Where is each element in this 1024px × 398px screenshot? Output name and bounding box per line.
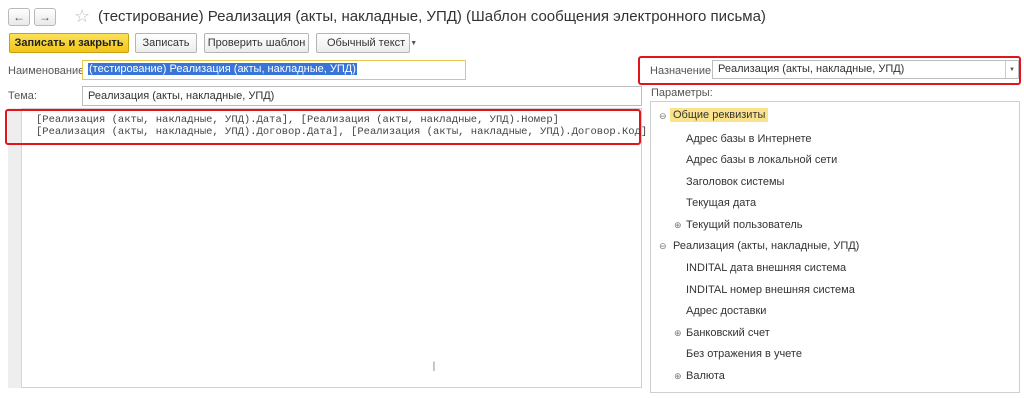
format-dropdown[interactable]: Обычный текст ▼ xyxy=(316,33,417,53)
save-and-close-button[interactable]: Записать и закрыть xyxy=(9,33,129,53)
tree-item[interactable]: INDITAL дата внешняя система xyxy=(686,262,846,274)
save-button[interactable]: Записать xyxy=(135,33,197,53)
check-template-button[interactable]: Проверить шаблон xyxy=(204,33,309,53)
dropdown-arrow-icon: ▼ xyxy=(1005,61,1018,78)
tree-item[interactable]: Банковский счет xyxy=(686,327,770,339)
collapse-icon[interactable]: ⊖ xyxy=(659,241,667,252)
text-cursor-icon: I xyxy=(432,358,436,374)
format-dropdown-label: Обычный текст xyxy=(327,37,406,49)
purpose-select[interactable]: Реализация (акты, накладные, УПД) ▼ xyxy=(712,60,1019,79)
tree-group-common-label: Общие реквизиты xyxy=(670,108,769,122)
forward-button[interactable]: → xyxy=(34,8,56,26)
editor-gutter xyxy=(8,108,22,388)
tree-group-realization[interactable]: Реализация (акты, накладные, УПД) xyxy=(673,240,859,252)
params-label: Параметры: xyxy=(651,87,713,99)
window-title: (тестирование) Реализация (акты, накладн… xyxy=(98,8,766,25)
collapse-icon[interactable]: ⊖ xyxy=(659,111,667,122)
back-button[interactable]: ← xyxy=(8,8,30,26)
tree-item[interactable]: Адрес доставки xyxy=(686,305,766,317)
body-editor[interactable] xyxy=(8,108,642,388)
tree-item[interactable]: Валюта xyxy=(686,370,725,382)
subject-label: Тема: xyxy=(8,90,37,102)
tree-item[interactable]: Без отражения в учете xyxy=(686,348,802,360)
tree-item[interactable]: Текущая дата xyxy=(686,197,756,209)
tree-item[interactable]: Текущий пользователь xyxy=(686,219,802,231)
name-label: Наименование: xyxy=(8,65,88,77)
name-value: (тестирование) Реализация (акты, накладн… xyxy=(88,63,357,75)
tree-item[interactable]: Адрес базы в Интернете xyxy=(686,133,812,145)
tree-item[interactable]: INDITAL номер внешняя система xyxy=(686,284,855,296)
star-icon[interactable]: ☆ xyxy=(74,6,90,27)
chevron-down-icon: ▼ xyxy=(410,39,418,47)
tree-item[interactable]: Адрес базы в локальной сети xyxy=(686,154,837,166)
expand-icon[interactable]: ⊕ xyxy=(674,328,682,339)
arrow-right-icon: → xyxy=(39,10,51,24)
purpose-value: Реализация (акты, накладные, УПД) xyxy=(718,63,905,75)
name-field[interactable]: (тестирование) Реализация (акты, накладн… xyxy=(82,60,466,80)
body-line-2: [Реализация (акты, накладные, УПД).Догов… xyxy=(36,126,648,138)
subject-field[interactable]: Реализация (акты, накладные, УПД) xyxy=(82,86,642,106)
arrow-left-icon: ← xyxy=(13,10,25,24)
body-line-1: [Реализация (акты, накладные, УПД).Дата]… xyxy=(36,114,559,126)
expand-icon[interactable]: ⊕ xyxy=(674,220,682,231)
tree-item[interactable]: Заголовок системы xyxy=(686,176,784,188)
expand-icon[interactable]: ⊕ xyxy=(674,371,682,382)
purpose-label: Назначение: xyxy=(650,65,715,77)
horizontal-scrollbar[interactable] xyxy=(8,387,642,395)
tree-group-common[interactable]: Общие реквизиты xyxy=(670,108,769,122)
